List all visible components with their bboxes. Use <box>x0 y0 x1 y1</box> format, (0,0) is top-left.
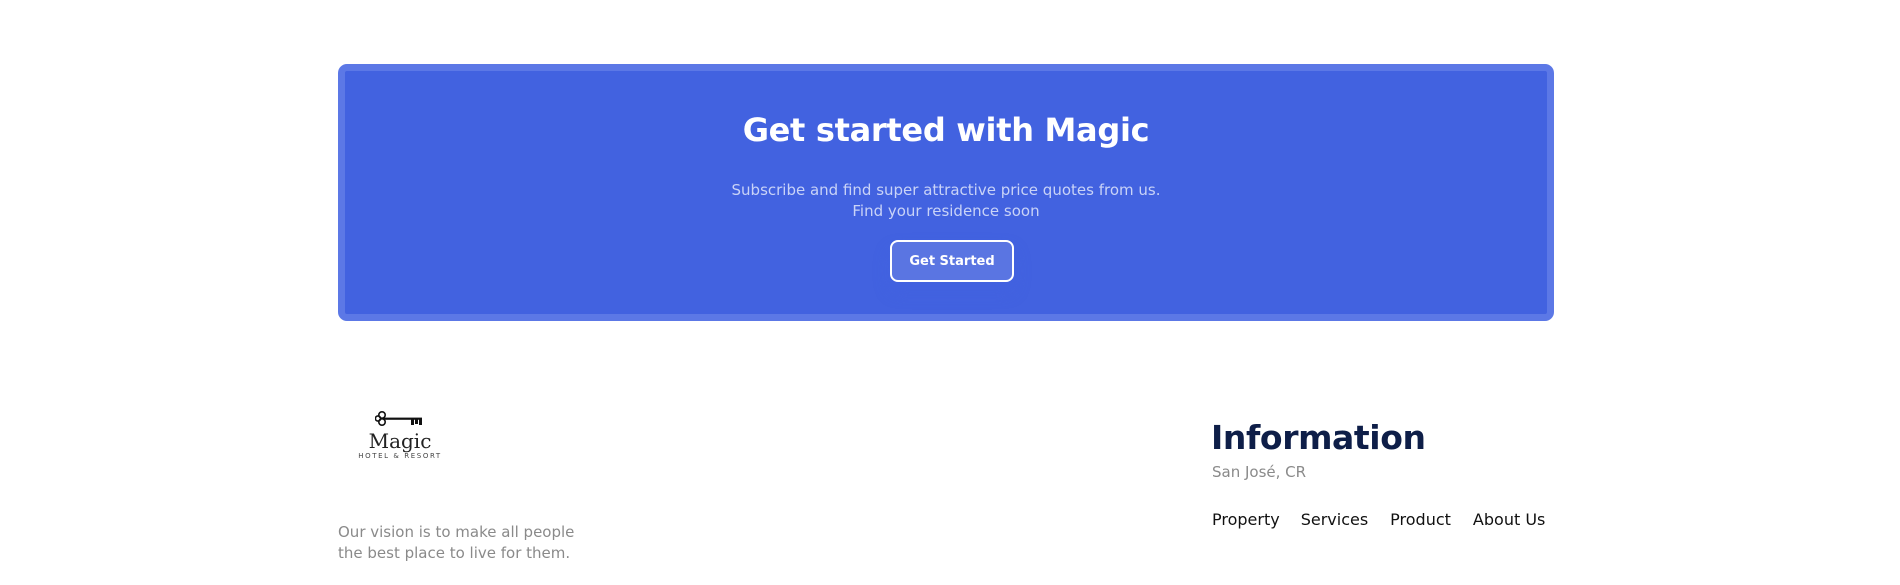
footer-link-property[interactable]: Property <box>1212 510 1280 529</box>
magic-hotel-logo[interactable]: Magic HOTEL & RESORT <box>352 410 448 472</box>
vision-statement: Our vision is to make all people the bes… <box>338 522 578 564</box>
banner-subtitle-line-1: Subscribe and find super attractive pric… <box>731 181 1161 199</box>
information-heading: Information <box>1211 418 1426 457</box>
vision-line-2: the best place to live for them. <box>338 544 571 562</box>
logo-name: Magic <box>368 429 432 453</box>
vision-line-1: Our vision is to make all people <box>338 523 575 541</box>
key-icon <box>375 410 422 427</box>
logo-tagline: HOTEL & RESORT <box>358 452 442 460</box>
page: Get started with Magic Subscribe and fin… <box>0 0 1900 585</box>
banner-subtitle-line-2: Find your residence soon <box>852 202 1040 220</box>
banner-subtitle: Subscribe and find super attractive pric… <box>345 180 1547 222</box>
footer-nav: Property Services Product About Us <box>1212 510 1545 529</box>
get-started-banner: Get started with Magic Subscribe and fin… <box>338 64 1554 321</box>
banner-title: Get started with Magic <box>742 111 1150 149</box>
location-text: San José, CR <box>1212 463 1307 481</box>
get-started-button[interactable]: Get Started <box>890 240 1014 282</box>
footer-link-product[interactable]: Product <box>1390 510 1451 529</box>
footer-link-about-us[interactable]: About Us <box>1473 510 1545 529</box>
footer-link-services[interactable]: Services <box>1301 510 1368 529</box>
